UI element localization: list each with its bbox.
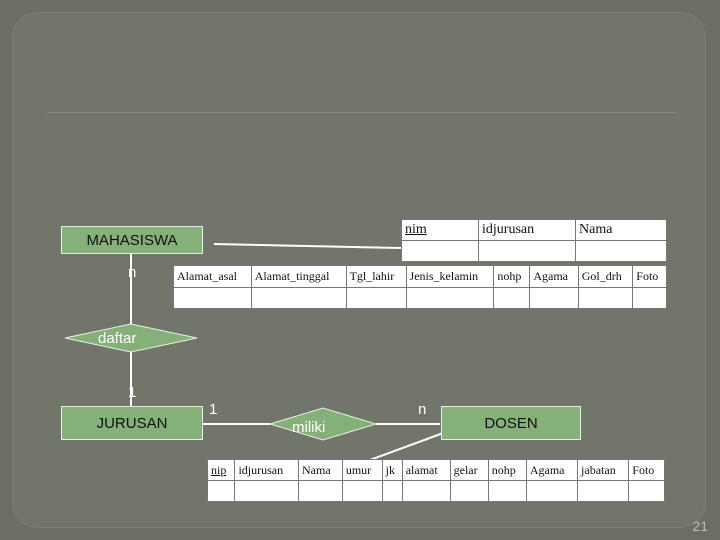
column-label: Agama	[533, 268, 568, 283]
table-cell: Agama	[525, 459, 579, 481]
table-cell: nim	[401, 219, 479, 241]
entity-mahasiswa: MAHASISWA	[61, 226, 203, 254]
table-cell: nohp	[487, 459, 527, 481]
table-cell: umur	[341, 459, 383, 481]
entity-jurusan: JURUSAN	[61, 406, 203, 440]
column-label: Tgl_lahir	[349, 268, 395, 283]
column-label: jk	[385, 462, 395, 477]
table-cell: jabatan	[577, 459, 630, 481]
table-cell: nip	[206, 459, 236, 481]
mahasiswa-table-secondary: Alamat_asal Alamat_tinggal Tgl_lahir Jen…	[173, 265, 667, 309]
table-cell: Foto	[628, 459, 665, 481]
column-label: Alamat_tinggal	[254, 268, 330, 283]
column-label: Foto	[632, 462, 655, 477]
table-cell: alamat	[401, 459, 451, 481]
table-cell: Nama	[575, 219, 667, 241]
line-mahasiswa-table	[213, 243, 402, 249]
table-cell: nohp	[493, 265, 531, 288]
column-label: alamat	[405, 462, 438, 477]
page-number: 21	[692, 518, 708, 534]
table-header-row: nip idjurusan Nama umur jk alamat gelar …	[206, 459, 665, 481]
table-cell: idjurusan	[234, 459, 299, 481]
table-cell: Tgl_lahir	[345, 265, 407, 288]
table-cell: jk	[381, 459, 403, 481]
relation-miliki-label: miliki	[292, 419, 326, 436]
cardinality-mahasiswa-daftar: n	[128, 264, 137, 281]
table-cell: idjurusan	[478, 219, 576, 241]
column-label: Foto	[636, 268, 659, 283]
column-label: idjurusan	[482, 222, 535, 237]
column-label: Alamat_asal	[177, 268, 237, 283]
entity-dosen: DOSEN	[441, 406, 581, 440]
column-label: Nama	[302, 462, 331, 477]
column-label: nip	[211, 462, 227, 477]
column-label: Agama	[529, 462, 565, 477]
mahasiswa-table-primary: nim idjurusan Nama	[401, 219, 667, 262]
table-header-row: Alamat_asal Alamat_tinggal Tgl_lahir Jen…	[173, 265, 667, 288]
column-label: nohp	[491, 462, 516, 477]
table-row	[206, 480, 665, 502]
column-label: Jenis_kelamin	[409, 268, 479, 283]
table-cell: Alamat_tinggal	[250, 265, 347, 288]
column-label: gelar	[453, 462, 478, 477]
table-cell: Gol_drh	[577, 265, 634, 288]
table-row	[401, 240, 667, 262]
table-cell: Foto	[632, 265, 667, 288]
dosen-table: nip idjurusan Nama umur jk alamat gelar …	[206, 459, 665, 502]
column-label: idjurusan	[238, 462, 284, 477]
entity-jurusan-label: JURUSAN	[96, 414, 168, 432]
column-label: umur	[345, 462, 372, 477]
table-row	[173, 286, 667, 309]
column-label: Nama	[579, 222, 613, 237]
table-cell: gelar	[449, 459, 489, 481]
entity-dosen-label: DOSEN	[484, 414, 538, 432]
table-header-row: nim idjurusan Nama	[401, 219, 667, 241]
entity-mahasiswa-label: MAHASISWA	[86, 231, 178, 249]
cardinality-daftar-jurusan: 1	[128, 384, 137, 401]
table-cell: Agama	[529, 265, 579, 288]
column-label: nohp	[497, 268, 522, 283]
relation-daftar-label: daftar	[98, 330, 137, 347]
column-label: Gol_drh	[581, 268, 622, 283]
cardinality-jurusan-miliki: 1	[209, 401, 218, 418]
cardinality-miliki-dosen: n	[418, 401, 427, 418]
column-label: jabatan	[581, 462, 616, 477]
column-label: nim	[405, 222, 427, 237]
table-cell: Jenis_kelamin	[405, 265, 495, 288]
table-cell: Alamat_asal	[173, 265, 252, 288]
table-cell: Nama	[298, 459, 343, 481]
